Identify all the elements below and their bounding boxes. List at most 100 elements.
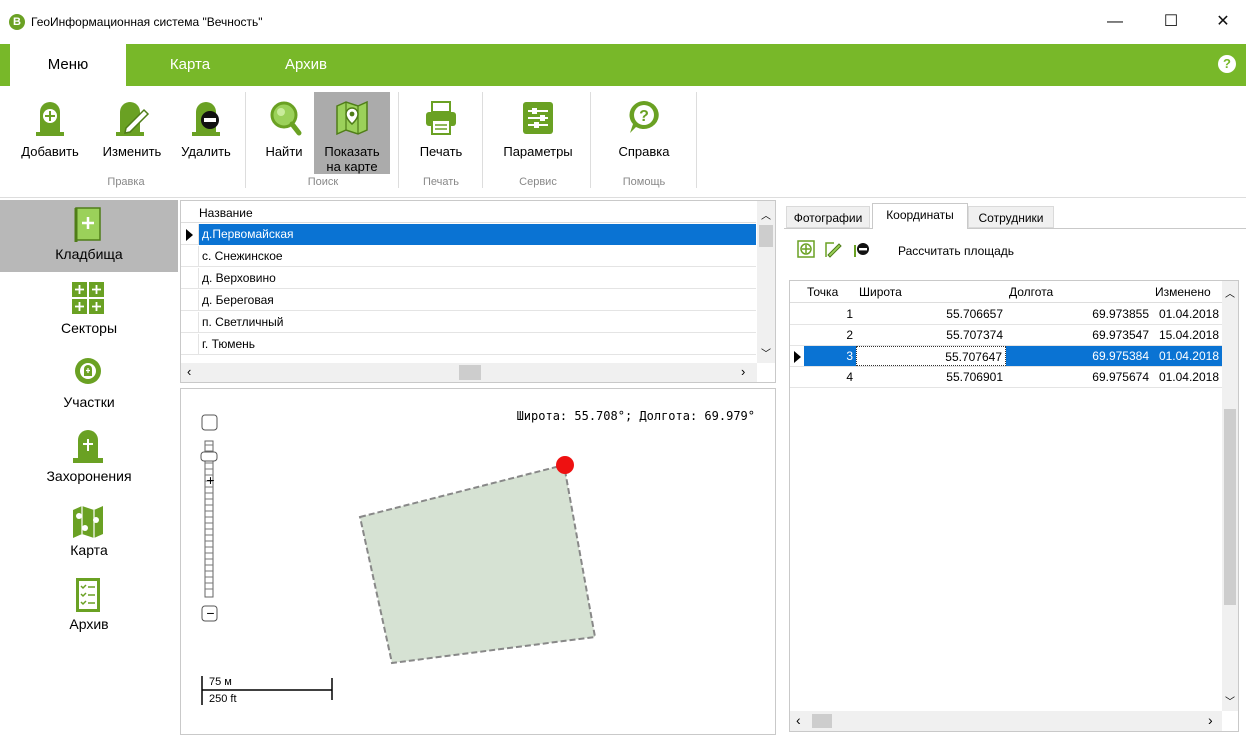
map-pin-icon [336,100,368,136]
list-item[interactable]: г. Тюмень [181,334,756,355]
row-pointer-icon [186,229,193,241]
scroll-right-icon[interactable]: › [1208,712,1213,728]
nav-item-cemeteries[interactable]: Кладбища [0,200,178,272]
list-item-label: г. Тюмень [198,334,756,355]
help-button[interactable]: ? Справка [604,92,684,174]
list-item[interactable]: д.Первомайская [181,224,756,245]
window-title: ГеоИнформационная система "Вечность" [31,15,263,29]
list-header[interactable]: Название [181,203,756,223]
col-header-longitude[interactable]: Долгота [1006,281,1152,302]
edit-label: Изменить [102,144,162,159]
printer-icon [426,101,456,135]
cell-longitude: 69.975674 [1092,370,1149,384]
group-label-edit: Правка [107,176,145,188]
tab-photos[interactable]: Фотографии [786,206,870,228]
find-button[interactable]: Найти [256,92,312,174]
minimize-button[interactable]: — [1092,0,1138,44]
add-button[interactable]: Добавить [14,92,86,174]
calc-area-button[interactable]: Рассчитать площадь [898,244,1014,258]
list-item[interactable]: п. Светличный [181,312,756,333]
scroll-thumb[interactable] [812,714,832,728]
burial-tomb-icon [73,430,103,463]
table-vertical-scrollbar[interactable]: ︿ ﹀ [1222,281,1238,711]
scroll-thumb[interactable] [459,365,481,380]
show-on-map-line2: на карте [326,159,378,174]
table-horizontal-scrollbar[interactable]: ‹ › [790,711,1222,731]
app-logo-icon: В [9,14,25,30]
edit-button[interactable]: Изменить [94,92,170,174]
col-header-modified[interactable]: Изменено [1152,281,1222,302]
list-item-label: д. Верховино [198,268,756,289]
nav-item-map[interactable]: Карта [0,496,178,568]
table-header: Точка Широта Долгота Изменено [790,281,1222,303]
map-canvas[interactable] [181,389,776,735]
list-horizontal-scrollbar[interactable]: ‹ › [181,363,757,382]
group-separator [245,92,246,188]
list-item[interactable]: д. Береговая [181,290,756,311]
nav-item-burials[interactable]: Захоронения [0,422,178,494]
scroll-left-icon[interactable]: ‹ [187,364,191,379]
show-on-map-button[interactable]: Показать на карте [314,92,390,174]
search-icon [270,101,302,136]
col-header-latitude[interactable]: Широта [856,281,1006,302]
help-icon[interactable]: ? [1218,55,1236,73]
scroll-thumb[interactable] [1224,409,1236,605]
help-bubble-icon: ? [629,101,659,133]
print-label: Печать [419,144,463,159]
map-view[interactable]: Широта: 55.708°; Долгота: 69.979° + − 75… [180,388,776,735]
cell-latitude: 55.706657 [946,307,1003,321]
zoom-slider-handle [200,451,218,462]
delete-point-icon[interactable] [853,240,871,258]
cell-longitude: 69.973855 [1092,307,1149,321]
cell-modified: 01.04.2018 [1158,370,1219,384]
list-item[interactable]: с. Снежинское [181,246,756,267]
tab-archive[interactable]: Архив [266,44,346,86]
archive-checklist-icon [76,578,100,612]
edit-point-icon[interactable] [825,240,843,258]
settings-sliders-icon [523,102,553,134]
list-item-label: д.Первомайская [198,224,756,245]
cemetery-polygon [358,463,597,665]
table-row[interactable]: 1 55.706657 69.973855 01.04.2018 [790,304,1222,325]
scroll-left-icon[interactable]: ‹ [796,712,801,728]
cell-longitude: 69.975384 [1006,346,1152,366]
tab-coordinates[interactable]: Координаты [872,203,968,229]
params-button[interactable]: Параметры [490,92,586,174]
table-row[interactable]: 3 55.707647 69.975384 01.04.2018 [790,346,1222,367]
scroll-down-icon[interactable]: ﹀ [1225,693,1235,708]
zoom-control [200,414,218,622]
cell-latitude-focused[interactable]: 55.707647 [856,346,1006,366]
params-label: Параметры [503,144,573,159]
nav-item-sectors[interactable]: Секторы [0,274,178,346]
list-vertical-scrollbar[interactable]: ︿ ﹀ [757,201,775,363]
cemetery-list: Название д.Первомайская с. Снежинское д.… [180,200,776,383]
scroll-down-icon[interactable]: ﹀ [761,345,771,360]
list-item-label: д. Береговая [198,290,756,311]
zoom-in-icon[interactable]: + [204,473,217,488]
cell-point: 2 [846,328,853,342]
delete-button[interactable]: Удалить [174,92,238,174]
add-point-icon[interactable] [797,240,815,258]
tab-menu[interactable]: Меню [10,44,126,86]
cell-longitude: 69.973547 [1092,328,1149,342]
cell-modified: 01.04.2018 [1152,346,1222,366]
print-button[interactable]: Печать [406,92,476,174]
nav-item-plots[interactable]: Участки [0,348,178,420]
selected-vertex-marker [556,456,574,474]
show-on-map-label: Показать на карте [314,144,390,174]
scroll-thumb[interactable] [759,225,773,247]
tab-staff[interactable]: Сотрудники [968,206,1054,228]
show-on-map-line1: Показать [324,144,380,159]
tab-map[interactable]: Карта [150,44,230,86]
table-row[interactable]: 4 55.706901 69.975674 01.04.2018 [790,367,1222,388]
zoom-out-icon[interactable]: − [204,606,217,621]
scroll-up-icon[interactable]: ︿ [1225,285,1235,300]
maximize-button[interactable]: ☐ [1148,0,1194,44]
col-header-point[interactable]: Точка [804,281,856,302]
nav-item-archive[interactable]: Архив [0,570,178,642]
list-item[interactable]: д. Верховино [181,268,756,289]
table-row[interactable]: 2 55.707374 69.973547 15.04.2018 [790,325,1222,346]
scroll-up-icon[interactable]: ︿ [761,207,771,222]
scroll-right-icon[interactable]: › [741,364,745,379]
close-button[interactable]: ✕ [1200,0,1246,44]
